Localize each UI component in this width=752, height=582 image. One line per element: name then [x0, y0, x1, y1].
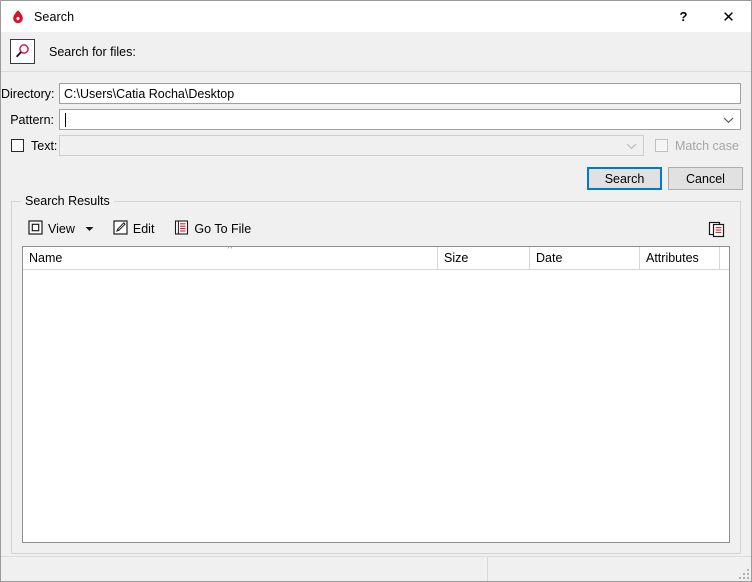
close-icon[interactable]: ✕	[706, 1, 751, 32]
directory-label: Directory:	[1, 86, 55, 101]
titlebar: Search ? ✕	[1, 1, 751, 32]
directory-input-value: C:\Users\Catia Rocha\Desktop	[64, 86, 235, 101]
status-pane-right	[488, 557, 751, 581]
pencil-icon	[113, 220, 128, 238]
directory-input[interactable]: C:\Users\Catia Rocha\Desktop	[59, 83, 741, 104]
text-checkbox[interactable]	[11, 139, 24, 152]
pattern-label: Pattern:	[10, 112, 54, 127]
window-title: Search	[34, 9, 75, 24]
column-header-name[interactable]: ^ Name	[23, 247, 438, 269]
help-button[interactable]: ?	[661, 1, 706, 32]
results-toolbar: View Edit Go To File	[22, 216, 730, 242]
search-button[interactable]: Search	[587, 167, 662, 190]
results-listview[interactable]: ^ Name Size Date Attributes	[22, 246, 730, 543]
column-header-size[interactable]: Size	[438, 247, 530, 269]
listview-header: ^ Name Size Date Attributes	[23, 247, 729, 270]
view-button[interactable]: View	[22, 217, 81, 241]
match-case-label: Match case	[675, 138, 739, 153]
column-header-attributes[interactable]: Attributes	[640, 247, 720, 269]
pattern-row: Pattern:	[1, 109, 741, 130]
match-case-option: Match case	[655, 139, 739, 153]
directory-row: Directory: C:\Users\Catia Rocha\Desktop	[1, 83, 741, 104]
copy-pages-icon[interactable]	[704, 217, 730, 241]
search-results-title: Search Results	[21, 194, 114, 208]
listview-rows[interactable]	[23, 270, 729, 542]
text-cursor	[65, 112, 66, 127]
statusbar	[1, 556, 751, 581]
cancel-button[interactable]: Cancel	[668, 167, 743, 190]
text-input	[59, 135, 644, 156]
red-flame-icon	[10, 9, 26, 25]
chevron-down-icon[interactable]	[722, 110, 734, 129]
dialog-header: Search for files:	[1, 32, 751, 72]
column-header-attributes-label: Attributes	[646, 251, 699, 265]
column-header-date-label: Date	[536, 251, 563, 265]
view-button-label: View	[48, 222, 75, 236]
caret-down-icon[interactable]	[81, 217, 99, 241]
titlebar-buttons: ? ✕	[661, 1, 751, 32]
pattern-input[interactable]	[59, 109, 741, 130]
resize-grip-icon[interactable]	[737, 567, 749, 579]
status-pane-left	[1, 557, 488, 581]
file-list-icon	[174, 220, 189, 238]
go-to-file-button[interactable]: Go To File	[168, 217, 257, 241]
edit-button[interactable]: Edit	[107, 217, 161, 241]
search-dialog-window: Search ? ✕ Search for files: Directory: …	[0, 0, 752, 582]
search-results-group: Search Results View Edit Go To File ^ Na…	[11, 194, 741, 554]
magnifier-icon	[10, 39, 35, 64]
header-label: Search for files:	[49, 44, 136, 59]
dialog-body: Directory: C:\Users\Catia Rocha\Desktop …	[1, 72, 751, 556]
view-square-icon	[28, 220, 43, 238]
go-to-file-button-label: Go To File	[194, 222, 252, 236]
column-header-size-label: Size	[444, 251, 469, 265]
text-label: Text:	[31, 138, 58, 153]
column-header-name-label: Name	[29, 251, 63, 265]
column-header-filler[interactable]	[720, 247, 729, 269]
chevron-down-icon-disabled	[625, 136, 637, 155]
text-checkbox-label[interactable]: Text:	[1, 139, 59, 153]
text-row: Text: Match case	[1, 135, 741, 156]
column-header-date[interactable]: Date	[530, 247, 640, 269]
match-case-checkbox	[655, 139, 668, 152]
edit-button-label: Edit	[132, 222, 155, 236]
sort-ascending-icon: ^	[227, 246, 233, 255]
